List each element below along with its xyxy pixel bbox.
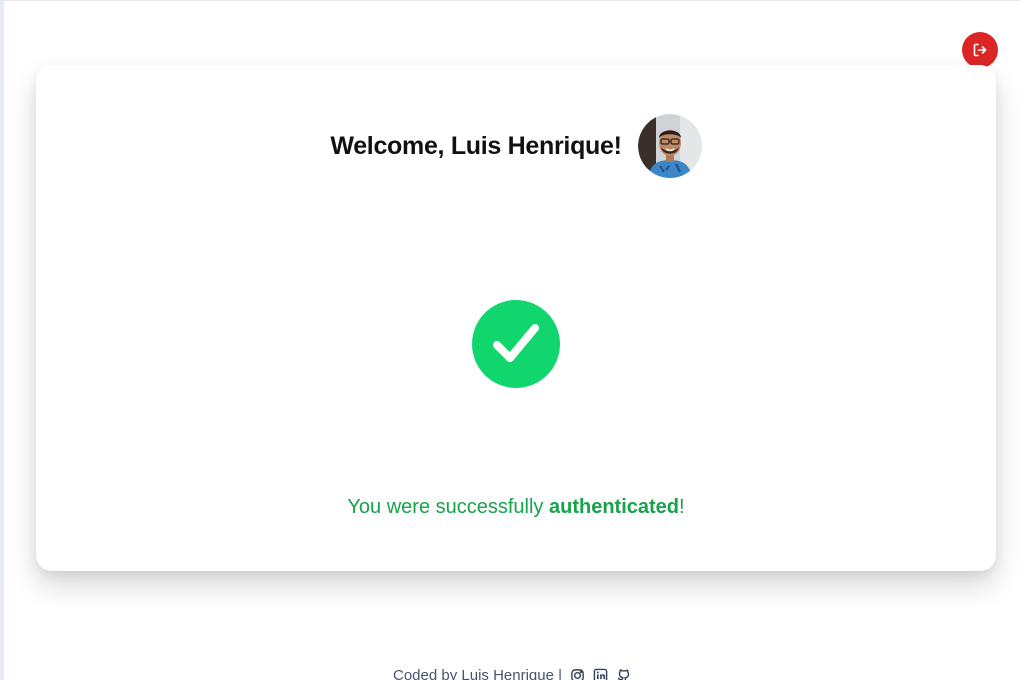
linkedin-icon <box>593 668 608 680</box>
logout-button[interactable] <box>962 32 998 68</box>
footer-credit: Coded by Luis Henrique | <box>393 667 562 680</box>
success-prefix: You were successfully <box>347 496 549 518</box>
success-indicator <box>472 300 560 388</box>
success-suffix: ! <box>679 496 685 518</box>
success-emphasis: authenticated <box>549 496 680 518</box>
welcome-row: Welcome, Luis Henrique! <box>36 114 996 178</box>
instagram-link[interactable] <box>570 668 585 680</box>
logout-icon <box>973 43 987 57</box>
user-avatar <box>637 114 702 178</box>
linkedin-link[interactable] <box>593 668 608 680</box>
github-icon <box>617 669 630 680</box>
welcome-title: Welcome, Luis Henrique! <box>330 131 622 160</box>
github-link[interactable] <box>616 668 631 680</box>
instagram-icon <box>571 669 584 680</box>
success-message: You were successfully authenticated! <box>36 496 996 519</box>
social-links <box>570 668 631 680</box>
auth-card: Welcome, Luis Henrique! You were success… <box>36 65 996 571</box>
check-circle-icon <box>472 300 560 388</box>
footer: Coded by Luis Henrique | <box>4 667 1020 680</box>
app-viewport: Welcome, Luis Henrique! You were success… <box>0 0 1020 680</box>
